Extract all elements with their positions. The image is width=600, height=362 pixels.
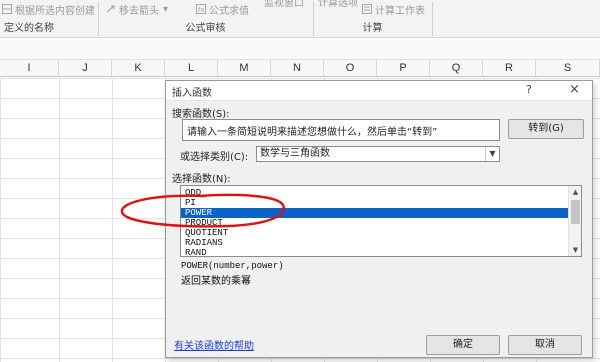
column-header-r[interactable]: R: [483, 60, 536, 77]
list-item[interactable]: QUOTIENT: [181, 228, 569, 238]
create-from-selection-label: 根据所选内容创建: [15, 5, 95, 17]
scroll-down-icon[interactable]: ▼: [569, 244, 581, 256]
remove-arrows-button[interactable]: 移去箭头 ▾: [106, 1, 168, 17]
cancel-button[interactable]: 取消: [508, 335, 582, 355]
group-defined-names: 定义的名称: [4, 23, 54, 34]
function-description: 返回某数的乘幂: [181, 276, 251, 287]
search-function-label: 搜索函数(S):: [172, 109, 230, 120]
formula-bar-area: [0, 38, 600, 60]
function-list-label: 选择函数(N):: [172, 174, 231, 185]
evaluate-formula-button[interactable]: fx 公式求值: [196, 1, 249, 17]
column-header-i[interactable]: I: [0, 60, 59, 77]
column-header-o[interactable]: O: [324, 60, 377, 77]
ok-button[interactable]: 确定: [426, 335, 500, 355]
column-header-s[interactable]: S: [536, 60, 600, 77]
list-item[interactable]: ODD: [181, 188, 569, 198]
calculate-sheet-label: 计算工作表: [375, 5, 425, 17]
remove-arrows-icon: [106, 4, 116, 14]
column-header-p[interactable]: P: [377, 60, 430, 77]
list-scrollbar[interactable]: ▲ ▼: [568, 186, 581, 256]
column-header-m[interactable]: M: [218, 60, 271, 77]
grid-column-line: [59, 78, 60, 362]
grid-column-line: [112, 78, 113, 362]
svg-text:fx: fx: [198, 6, 205, 14]
help-icon[interactable]: ?: [526, 83, 532, 96]
category-select[interactable]: 数学与三角函数 ▼: [256, 146, 500, 162]
calculation-options-label: 计算选项: [318, 0, 358, 9]
function-help-link[interactable]: 有关该函数的帮助: [174, 337, 254, 352]
list-item[interactable]: PI: [181, 198, 569, 208]
list-item[interactable]: PRODUCT: [181, 218, 569, 228]
calculate-sheet-button[interactable]: 计算工作表: [362, 1, 425, 17]
group-calculation: 计算: [362, 23, 383, 34]
chevron-down-icon[interactable]: ▼: [485, 147, 499, 161]
evaluate-formula-icon: fx: [196, 4, 206, 14]
category-label: 或选择类别(C):: [180, 152, 249, 163]
watch-window-button[interactable]: 监视窗口: [264, 0, 304, 9]
function-syntax: POWER(number,power): [181, 261, 284, 271]
column-header-l[interactable]: L: [165, 60, 218, 77]
evaluate-formula-label: 公式求值: [209, 5, 249, 17]
group-formula-auditing: 公式审核: [185, 23, 226, 34]
scroll-up-icon[interactable]: ▲: [569, 186, 581, 198]
function-listbox[interactable]: ODD PI POWER PRODUCT QUOTIENT RADIANS RA…: [180, 185, 582, 257]
dialog-titlebar[interactable]: 插入函数 ? ×: [166, 81, 592, 101]
create-from-selection-button[interactable]: 根据所选内容创建: [2, 1, 95, 17]
calculation-options-button[interactable]: 计算选项: [318, 0, 358, 9]
column-header-n[interactable]: N: [271, 60, 324, 77]
list-item[interactable]: RAND: [181, 248, 569, 256]
dropdown-arrow-icon: ▾: [163, 3, 169, 15]
list-item-selected[interactable]: POWER: [181, 208, 569, 218]
column-header-q[interactable]: Q: [430, 60, 483, 77]
scrollbar-thumb[interactable]: [571, 200, 580, 224]
ribbon-divider: [432, 2, 433, 36]
column-header-k[interactable]: K: [112, 60, 165, 77]
create-names-icon: [2, 4, 12, 14]
remove-arrows-label: 移去箭头: [119, 5, 159, 17]
goto-button[interactable]: 转到(G): [508, 119, 584, 139]
calculate-sheet-icon: [362, 4, 372, 14]
dialog-title: 插入函数: [172, 88, 212, 99]
category-select-value: 数学与三角函数: [260, 148, 330, 159]
search-function-input[interactable]: 请输入一条简短说明来描述您想做什么，然后单击“转到”: [182, 119, 500, 141]
insert-function-dialog: 插入函数 ? × 搜索函数(S): 请输入一条简短说明来描述您想做什么，然后单击…: [165, 80, 593, 358]
watch-window-label: 监视窗口: [264, 0, 304, 9]
close-icon[interactable]: ×: [569, 82, 580, 97]
ribbon: 根据所选内容创建 移去箭头 ▾ fx 公式求值 监视窗口 计算选项 计算工作表 …: [0, 0, 600, 38]
column-header-j[interactable]: J: [59, 60, 112, 77]
list-item[interactable]: RADIANS: [181, 238, 569, 248]
